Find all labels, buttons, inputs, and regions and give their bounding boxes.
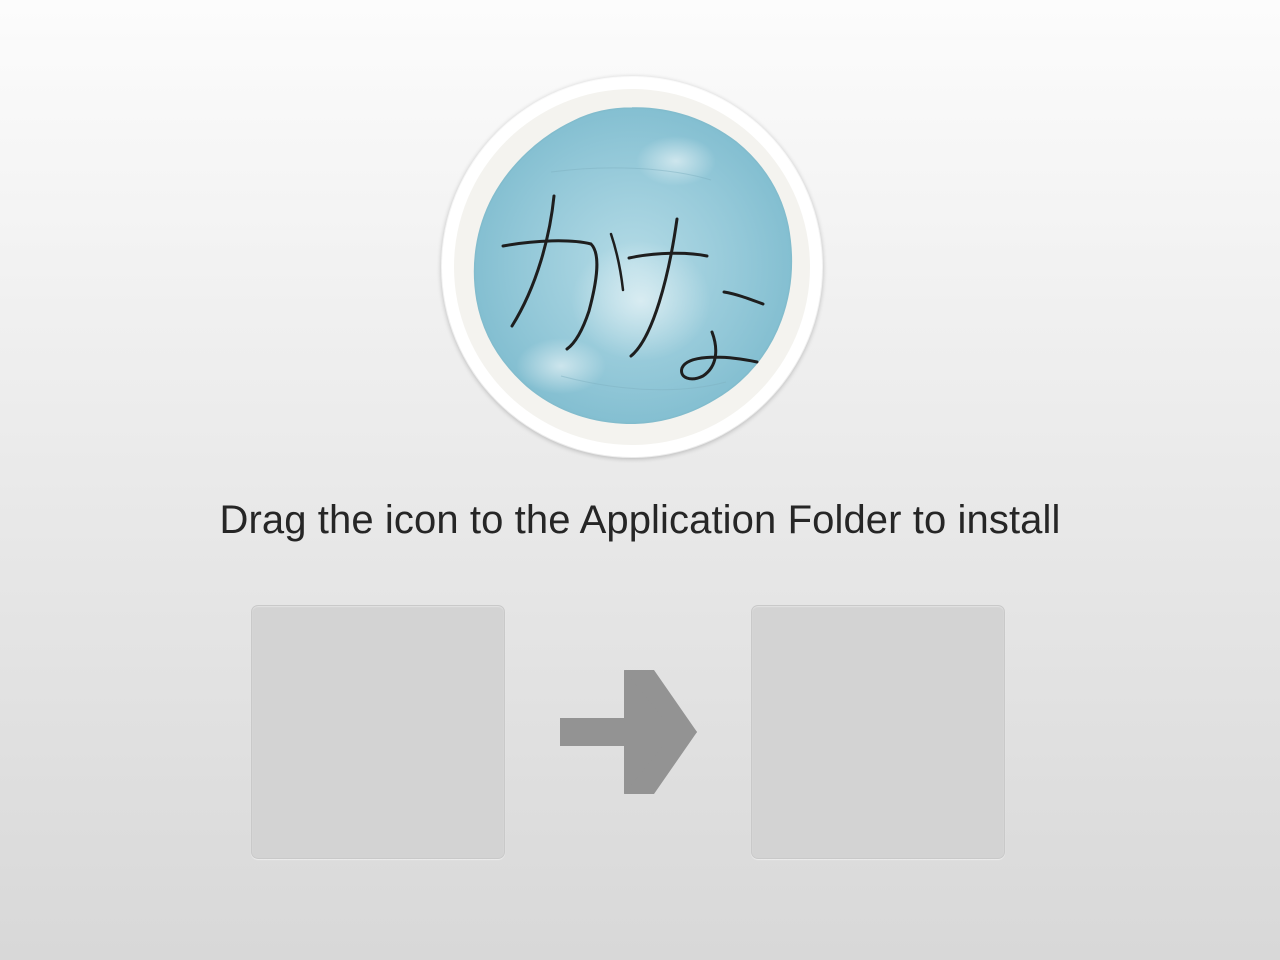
- app-drop-slot[interactable]: [251, 605, 505, 859]
- arrow-right-icon: [560, 670, 700, 794]
- install-instruction: Drag the icon to the Application Folder …: [219, 498, 1061, 542]
- app-logo-icon: [441, 76, 823, 458]
- applications-folder-slot[interactable]: [751, 605, 1005, 859]
